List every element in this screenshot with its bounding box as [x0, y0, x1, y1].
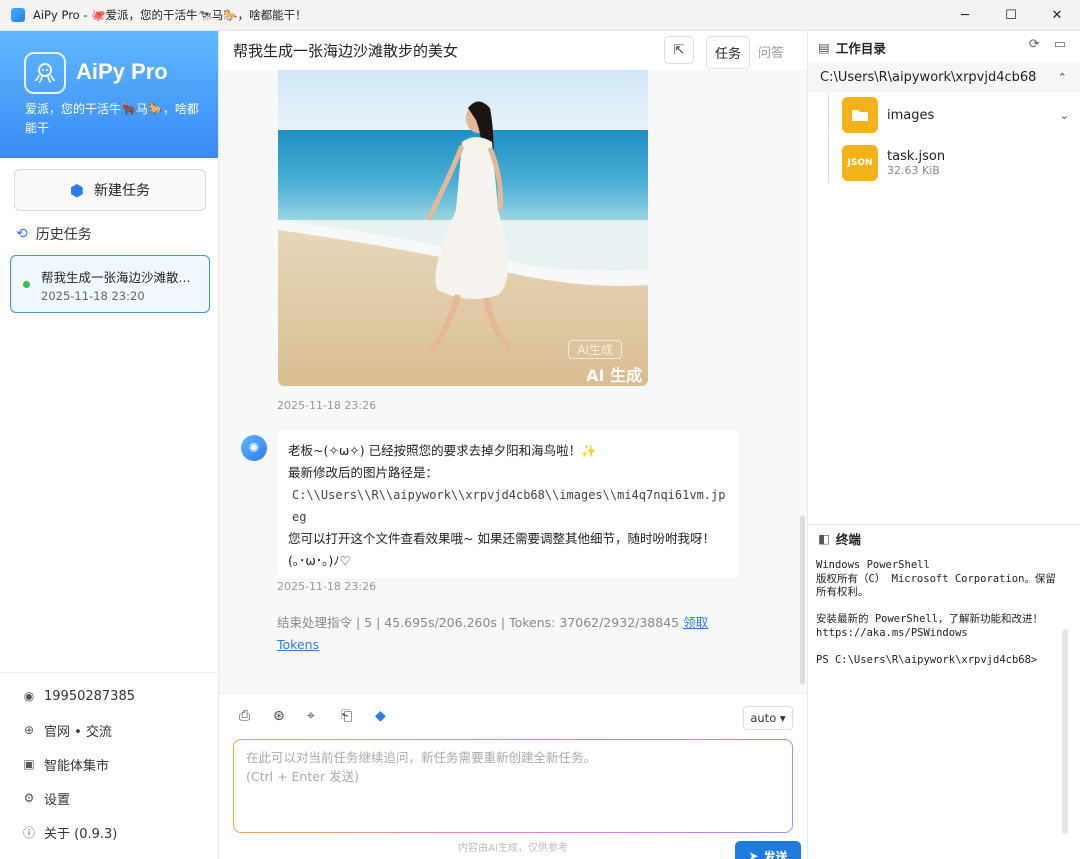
about-label: 关于 (0.9.3): [44, 826, 118, 842]
tree-line: [828, 93, 829, 183]
location-icon[interactable]: ⌖: [307, 708, 341, 724]
history-task-item[interactable]: 帮我生成一张海边沙滩散... 2025-11-18 23:20: [10, 255, 210, 313]
new-task-label: 新建任务: [93, 183, 150, 199]
folder-name: images: [887, 107, 935, 123]
watermark-small: AI生成: [568, 340, 622, 359]
refresh-icon[interactable]: ⟳: [1029, 37, 1040, 52]
message-line-1: 老板~(✧ω✧) 已经按照您的要求去掉夕阳和海鸟啦！✨: [288, 443, 597, 458]
settings-label: 设置: [44, 792, 71, 808]
sidebar-item-website[interactable]: ⊕ 官网 • 交流: [0, 713, 218, 747]
workspace-panel: ▤ 工作目录 ⟳ ▭ C:\Users\R\aipywork\xrpvjd4cb…: [807, 31, 1080, 859]
input-placeholder-2: (Ctrl + Enter 发送): [246, 769, 359, 784]
task-title: 帮我生成一张海边沙滩散...: [41, 270, 191, 285]
file-name: task.json: [887, 149, 946, 164]
assistant-avatar-icon: ✺: [241, 435, 267, 461]
agent-market-icon: ▣: [23, 757, 35, 771]
terminal-header: ◧ 终端: [808, 524, 1080, 552]
tab-task[interactable]: 任务: [706, 36, 751, 69]
sidebar-item-agent-market[interactable]: ▣ 智能体集市: [0, 747, 218, 781]
json-file-icon: JSON: [842, 145, 878, 181]
new-task-button[interactable]: ⬢ 新建任务: [14, 169, 206, 211]
generated-image[interactable]: AI生成 AI 生成: [278, 70, 648, 386]
stats-text: 结束处理指令 | 5 | 45.695s/206.260s | Tokens: …: [277, 615, 680, 630]
message-input[interactable]: 在此可以对当前任务继续追问，新任务需要重新创建全新任务。 (Ctrl + Ent…: [233, 739, 801, 859]
image-path: C:\\Users\\R\\aipywork\\xrpvjd4cb68\\ima…: [292, 488, 726, 524]
history-label: 历史任务: [35, 227, 92, 243]
terminal-title: 终端: [835, 532, 861, 547]
folder-tree-icon: ▤: [818, 40, 830, 55]
task-date: 2025-11-18 23:20: [41, 289, 145, 303]
workspace-path-text: C:\Users\R\aipywork\xrpvjd4cb68: [820, 69, 1037, 85]
file-size: 32.63 KiB: [887, 164, 940, 177]
model-select[interactable]: auto ▾: [743, 706, 793, 730]
chevron-up-icon: ⌃: [1057, 70, 1067, 84]
file-task-json[interactable]: JSON task.json 32.63 KiB: [842, 144, 1077, 182]
task-stats: 结束处理指令 | 5 | 45.695s/206.260s | Tokens: …: [277, 612, 747, 656]
chat-panel: 帮我生成一张海边沙滩散步的美女 ⇱ 任务 问答 AI生成 AI 生成 2025-…: [219, 31, 807, 859]
input-placeholder-1: 在此可以对当前任务继续追问，新任务需要重新创建全新任务。: [246, 750, 597, 765]
agent-market-label: 智能体集市: [44, 758, 110, 774]
close-button[interactable]: ✕: [1034, 0, 1080, 31]
chat-scrollbar[interactable]: [800, 515, 805, 685]
sidebar-item-about[interactable]: ⓘ 关于 (0.9.3): [0, 815, 218, 849]
history-icon: ⟲: [16, 226, 28, 242]
title-bar: AiPy Pro - 🐙爱派，您的干活牛🐄马🐎，啥都能干！ ─ ☐ ✕: [0, 0, 1080, 31]
attachment-icon[interactable]: ⎗: [341, 708, 375, 724]
image-timestamp: 2025-11-18 23:26: [277, 399, 377, 412]
message-line-2: 最新修改后的图片路径是：: [288, 465, 439, 480]
composer: ⎙ ⊛ ⌖ ⎗ ◆ auto ▾ 在此可以对当前任务继续追问，新任务需要重新创建…: [219, 693, 807, 859]
history-header: ⟲ 历史任务: [16, 224, 92, 244]
sidebar: AiPy Pro 爱派，您的干活牛🐂马🐎，啥都能干 ⬢ 新建任务 ⟲ 历史任务 …: [0, 31, 219, 859]
new-task-icon: ⬢: [70, 180, 84, 200]
ai-disclaimer: 内容由AI生成，仅供参考: [458, 843, 568, 854]
status-dot-icon: [23, 281, 30, 288]
chevron-down-icon: ⌄: [1059, 108, 1069, 122]
app-icon: [11, 8, 25, 22]
upload-file-icon[interactable]: ⎙: [239, 708, 273, 724]
sidebar-footer: ◉ 19950287385 ⊕ 官网 • 交流 ▣ 智能体集市 ⚙ 设置 ⓘ 关…: [0, 672, 218, 849]
share-button[interactable]: ⇱: [664, 36, 694, 64]
message-line-3: 您可以打开这个文件查看效果哦~ 如果还需要调整其他细节，随时吩咐我呀！: [288, 531, 715, 546]
folder-icon: [842, 97, 878, 133]
model-switch-icon[interactable]: ◆: [375, 708, 409, 724]
sidebar-item-settings[interactable]: ⚙ 设置: [0, 781, 218, 815]
folder-images[interactable]: images ⌄: [842, 96, 1077, 134]
brand-header: AiPy Pro 爱派，您的干活牛🐂马🐎，啥都能干: [0, 31, 218, 158]
assistant-message: 老板~(✧ω✧) 已经按照您的要求去掉夕阳和海鸟啦！✨ 最新修改后的图片路径是：…: [278, 430, 739, 578]
info-icon: ⓘ: [22, 825, 35, 840]
terminal-icon: ◧: [818, 531, 830, 546]
message-line-4: (｡･ω･｡)ﾉ♡: [288, 553, 351, 568]
terminal-scrollbar[interactable]: [1062, 629, 1068, 834]
open-folder-icon[interactable]: ▭: [1054, 37, 1066, 52]
user-icon: ◉: [23, 689, 35, 703]
account-label: 19950287385: [44, 688, 135, 704]
tab-qa[interactable]: 问答: [750, 36, 792, 69]
workspace-path[interactable]: C:\Users\R\aipywork\xrpvjd4cb68 ⌃: [808, 62, 1080, 92]
maximize-button[interactable]: ☐: [988, 0, 1034, 31]
settings-icon: ⚙: [23, 791, 35, 805]
website-label: 官网 • 交流: [44, 724, 112, 740]
sidebar-item-account[interactable]: ◉ 19950287385: [0, 679, 218, 713]
octopus-logo-icon: [24, 52, 66, 94]
window-title: AiPy Pro - 🐙爱派，您的干活牛🐄马🐎，啥都能干！: [33, 8, 307, 22]
web-search-icon[interactable]: ⊛: [273, 708, 307, 724]
brand-name: AiPy Pro: [76, 59, 168, 84]
watermark-large: AI 生成: [586, 366, 642, 385]
brand-slogan: 爱派，您的干活牛🐂马🐎，啥都能干: [25, 102, 199, 135]
globe-icon: ⊕: [23, 723, 35, 737]
chat-title: 帮我生成一张海边沙滩散步的美女: [233, 42, 459, 60]
message-timestamp: 2025-11-18 23:26: [277, 580, 377, 593]
workspace-title: 工作目录: [835, 41, 886, 56]
workspace-header: ▤ 工作目录: [818, 38, 886, 57]
terminal-output[interactable]: Windows PowerShell 版权所有（C） Microsoft Cor…: [816, 559, 1066, 668]
minimize-button[interactable]: ─: [942, 0, 988, 31]
chat-header: 帮我生成一张海边沙滩散步的美女 ⇱ 任务 问答: [219, 31, 807, 70]
